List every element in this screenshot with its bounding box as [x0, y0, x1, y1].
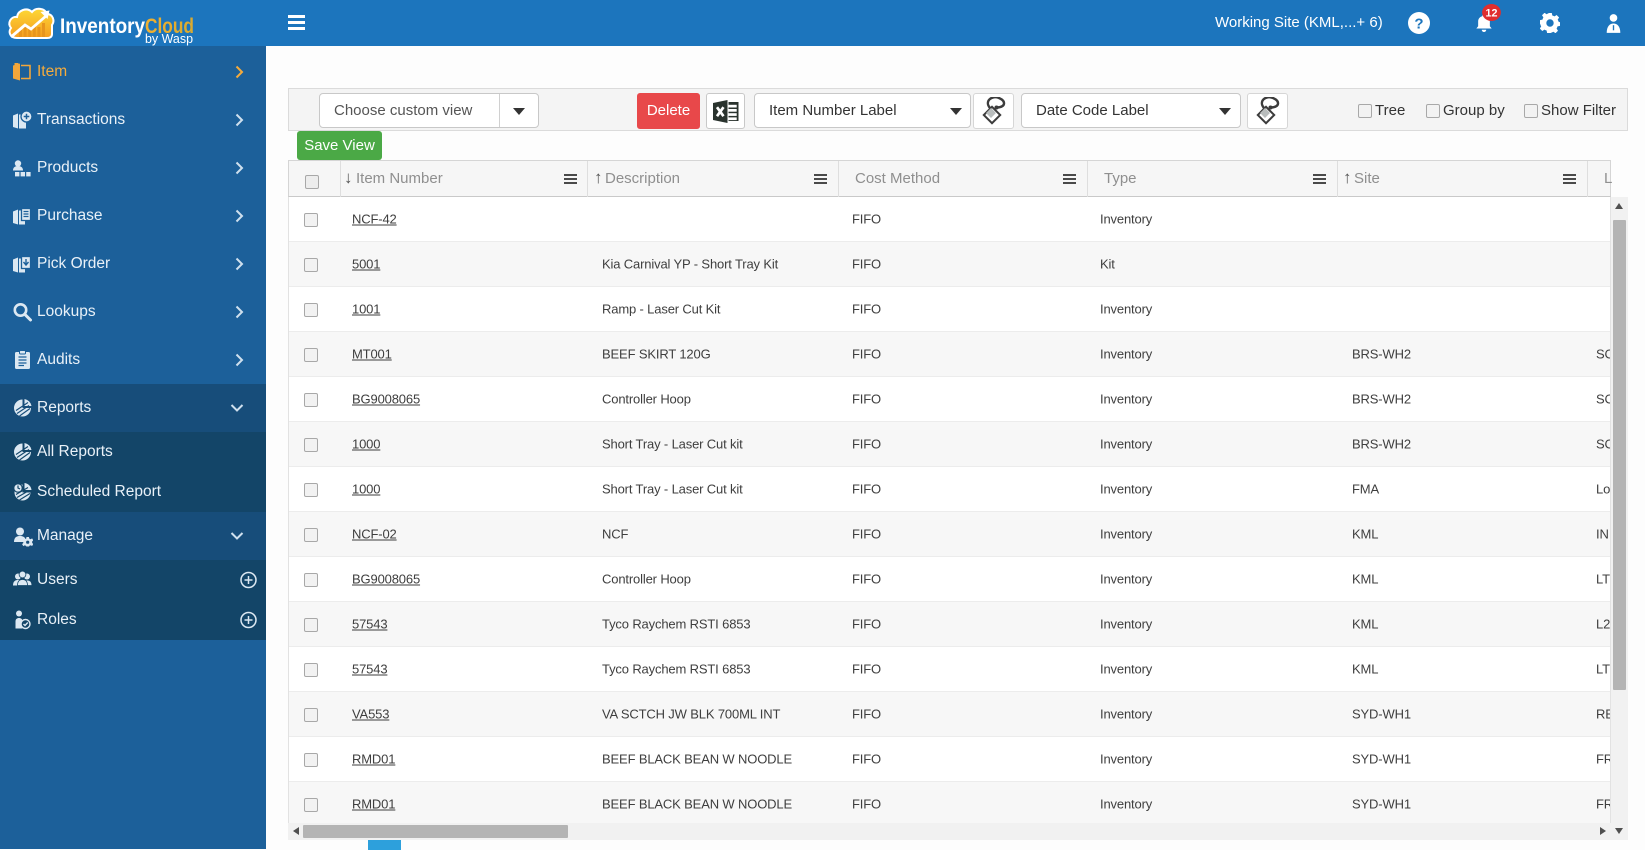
svg-text:Inventory: Inventory	[60, 15, 145, 38]
svg-text:12: 12	[1486, 8, 1498, 20]
svg-text:by Wasp: by Wasp	[145, 31, 193, 46]
svg-text:?: ?	[1414, 16, 1423, 33]
